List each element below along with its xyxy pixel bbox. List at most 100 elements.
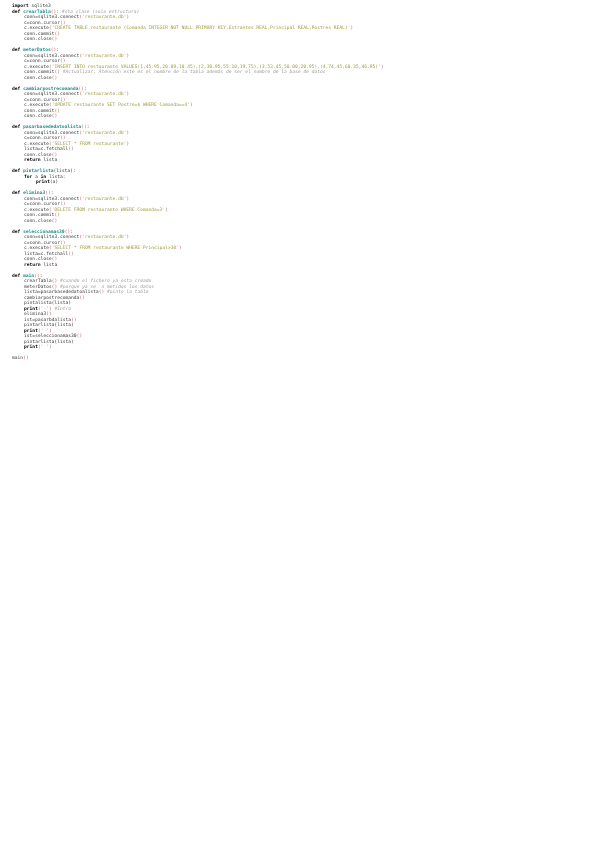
code-token: def	[12, 9, 24, 15]
code-token: ()	[71, 317, 77, 323]
code-token: conn=sqlite3.connect	[24, 15, 80, 20]
code-token: c=conn.cursor	[24, 20, 60, 26]
code-token: 'DELETE FROM restaurante WHERE Comanda=3…	[51, 207, 166, 213]
code-token: 'SELECT * FROM restaurante'	[51, 141, 127, 147]
code-token: #cuando el fichero ya esta creado	[60, 279, 152, 284]
code-token: pintarlista(lista)	[24, 339, 74, 345]
code-token: ()	[68, 251, 74, 257]
code-token: crearTabla	[23, 9, 51, 15]
code-token: meterDatos	[23, 48, 51, 53]
code-token: ()	[46, 312, 52, 317]
code-token: )	[165, 207, 168, 213]
code-token: conn.close	[24, 152, 52, 158]
code-token: conn.commit	[24, 213, 55, 218]
code-token: seleccionamas30	[23, 229, 65, 235]
code-token: c.execute	[24, 246, 49, 251]
code-token: )	[178, 246, 182, 251]
code-token: 'restaurante.db'	[82, 53, 127, 59]
code-token: ()	[68, 147, 74, 152]
code-token: c=conn.cursor	[24, 202, 60, 207]
code-token: conn.close	[24, 218, 52, 224]
code-token: 'CREATE TABLE restaurante (Comanda INTEG…	[51, 26, 351, 31]
code-token: :	[56, 48, 60, 53]
code-token: ()	[51, 114, 58, 119]
code-token: def	[12, 125, 24, 130]
code-token: print	[36, 180, 50, 185]
code-token: )	[126, 235, 130, 240]
code-token: conn.close	[24, 37, 52, 42]
code-token: conn=sqlite3.connect	[24, 53, 80, 59]
code-token: ()	[51, 37, 58, 42]
code-token: meterDatos	[24, 284, 52, 290]
code-token: conn=sqlite3.connect	[24, 196, 80, 202]
code-token: print	[24, 345, 38, 350]
code-token: ()	[51, 218, 58, 224]
code-line: main()	[12, 356, 588, 362]
code-token: #Intro	[54, 306, 72, 312]
code-token: :	[83, 86, 87, 92]
code-token: (lista):	[53, 169, 76, 174]
code-token: ()	[79, 295, 85, 301]
code-token: c.execute	[24, 64, 49, 70]
code-token: c=conn.cursor	[24, 136, 60, 141]
code-token: conn=sqlite3.connect	[24, 92, 80, 97]
code-token: return	[24, 158, 41, 163]
code-token: ()	[76, 334, 83, 339]
code-token: ()	[54, 213, 60, 218]
code-token: )	[126, 53, 130, 59]
code-token: conn.close	[24, 114, 52, 119]
code-token: ist=pasarbdalista	[24, 317, 72, 323]
code-token: main	[12, 356, 24, 361]
code-token: c.execute	[24, 141, 49, 147]
code-token: lista	[40, 158, 58, 163]
code-token: ' '	[40, 345, 49, 350]
code-token: conn.commit	[24, 70, 55, 75]
code-token: cambiarpostrecomanda	[23, 86, 79, 92]
code-token: )	[48, 345, 52, 350]
code-token: )	[350, 26, 354, 31]
code-token: #sta clase (solo estructura)	[61, 9, 140, 15]
code-token: conn.commit	[24, 108, 55, 114]
code-token: c.execute	[24, 26, 49, 31]
code-token: conn.close	[24, 75, 52, 81]
code-token: pasarbasededatoalista	[23, 125, 82, 130]
code-token: )	[126, 15, 130, 20]
code-token: pintarlista	[23, 169, 54, 174]
code-token: #porque ya se n metidos los datos	[60, 284, 155, 290]
code-token: ist=seleccionamas30	[24, 334, 77, 339]
code-token: )	[380, 64, 384, 70]
code-token: c=conn.cursor	[24, 59, 60, 64]
code-token: )	[48, 328, 52, 334]
code-token: :	[86, 125, 90, 130]
code-token: def	[12, 169, 24, 174]
code-listing: import sqlite3 def crearTabla (): #sta cla…	[12, 4, 588, 362]
code-token: conn=sqlite3.connect	[24, 130, 80, 136]
code-token: import	[12, 4, 29, 9]
code-token: ()	[51, 75, 58, 81]
code-token: crearTabla	[24, 279, 52, 284]
code-token: elimina3	[23, 191, 46, 196]
code-token: pintarlista(lista)	[24, 323, 74, 328]
code-token: ' '	[40, 328, 49, 334]
code-token: lista=c.fetchall	[24, 147, 69, 152]
code-token: ()	[51, 152, 58, 158]
code-token: elimina3	[24, 312, 47, 317]
code-token: '-'	[40, 306, 49, 312]
code-token: sqlite3	[28, 4, 51, 9]
code-token: #pinto la tabla	[107, 290, 149, 295]
code-token: def	[12, 191, 24, 196]
code-token: 'restaurante.db'	[82, 235, 127, 240]
code-token: def	[12, 48, 24, 53]
code-token: lista=c.fetchall	[24, 251, 69, 257]
code-token: c.execute	[24, 103, 49, 108]
code-token: )	[126, 196, 130, 202]
code-token: def	[12, 229, 24, 235]
code-token: 'UPDATE restaurante SET Postre=$ WHERE C…	[51, 103, 190, 108]
code-token: main	[23, 273, 35, 279]
code-token: ()	[59, 59, 66, 64]
code-token: 'restaurante.db'	[82, 92, 127, 97]
code-token: :	[50, 191, 54, 196]
code-token: ()	[59, 202, 66, 207]
code-token: def	[12, 86, 24, 92]
code-token: conn.commit	[24, 31, 55, 37]
